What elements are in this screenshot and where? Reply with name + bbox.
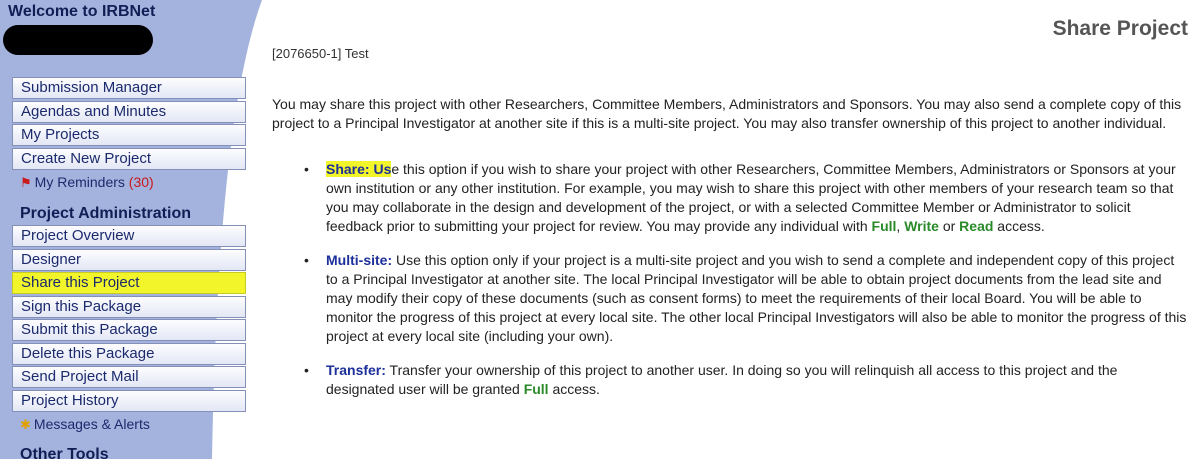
share-text-end: access. (993, 218, 1045, 234)
other-tools-heading: Other Tools (20, 446, 109, 463)
menu-create-new-project[interactable]: Create New Project (12, 147, 246, 170)
menu-project-overview[interactable]: Project Overview (12, 225, 246, 247)
alert-icon: ✱ (20, 417, 31, 432)
redacted-username (3, 25, 153, 55)
share-option-link[interactable]: Share: Us (326, 161, 391, 177)
project-admin-menu: Project Overview Designer Share this Pro… (12, 225, 246, 435)
menu-send-project-mail[interactable]: Send Project Mail (12, 366, 246, 388)
bullet: • (304, 362, 309, 378)
multi-site-text: Use this option only if your project is … (326, 252, 1187, 344)
reminders-count: (30) (128, 174, 154, 190)
reminders-label: My Reminders (34, 174, 125, 190)
bullet: • (304, 252, 309, 268)
multi-site-option-link[interactable]: Multi-site: (326, 252, 392, 268)
access-write: Write (904, 218, 939, 234)
menu-agendas-minutes[interactable]: Agendas and Minutes (12, 100, 246, 123)
menu-messages-alerts[interactable]: ✱ Messages & Alerts (12, 413, 246, 435)
access-read: Read (959, 218, 994, 234)
separator: or (938, 218, 960, 234)
menu-submit-this-package[interactable]: Submit this Package (12, 319, 246, 341)
transfer-text-end: access. (548, 381, 600, 397)
project-administration-heading: Project Administration (20, 205, 191, 222)
menu-share-this-project[interactable]: Share this Project (12, 272, 246, 294)
share-options-list: • Share: Use this option if you wish to … (304, 160, 1188, 414)
menu-delete-this-package[interactable]: Delete this Package (12, 342, 246, 365)
option-transfer: • Transfer: Transfer your ownership of t… (304, 361, 1188, 399)
menu-project-history[interactable]: Project History (12, 389, 246, 412)
option-multi-site: • Multi-site: Use this option only if yo… (304, 251, 1188, 346)
sidebar: Welcome to IRBNet Submission Manager Age… (0, 0, 262, 463)
transfer-text: Transfer your ownership of this project … (326, 362, 1118, 397)
project-id: [2076650-1] Test (272, 46, 369, 61)
main-menu: Submission Manager Agendas and Minutes M… (12, 77, 246, 193)
access-full: Full (523, 381, 549, 397)
intro-text: You may share this project with other Re… (272, 96, 1182, 131)
access-full: Full (871, 218, 897, 234)
flag-icon: ⚑ (20, 175, 32, 190)
page-title: Share Project (1052, 17, 1188, 40)
menu-sign-this-package[interactable]: Sign this Package (12, 295, 246, 318)
bullet: • (304, 161, 309, 177)
menu-designer[interactable]: Designer (12, 248, 246, 271)
share-text: e this option if you wish to share your … (326, 161, 1176, 234)
menu-my-projects[interactable]: My Projects (12, 124, 246, 146)
share-title-highlighted: Share: Us (326, 161, 392, 177)
messages-label: Messages & Alerts (33, 416, 150, 432)
menu-my-reminders[interactable]: ⚑ My Reminders (30) (12, 171, 246, 193)
welcome-heading: Welcome to IRBNet (8, 3, 156, 20)
menu-submission-manager[interactable]: Submission Manager (12, 77, 246, 99)
transfer-option-link[interactable]: Transfer: (326, 362, 386, 378)
option-share: • Share: Use this option if you wish to … (304, 160, 1188, 236)
